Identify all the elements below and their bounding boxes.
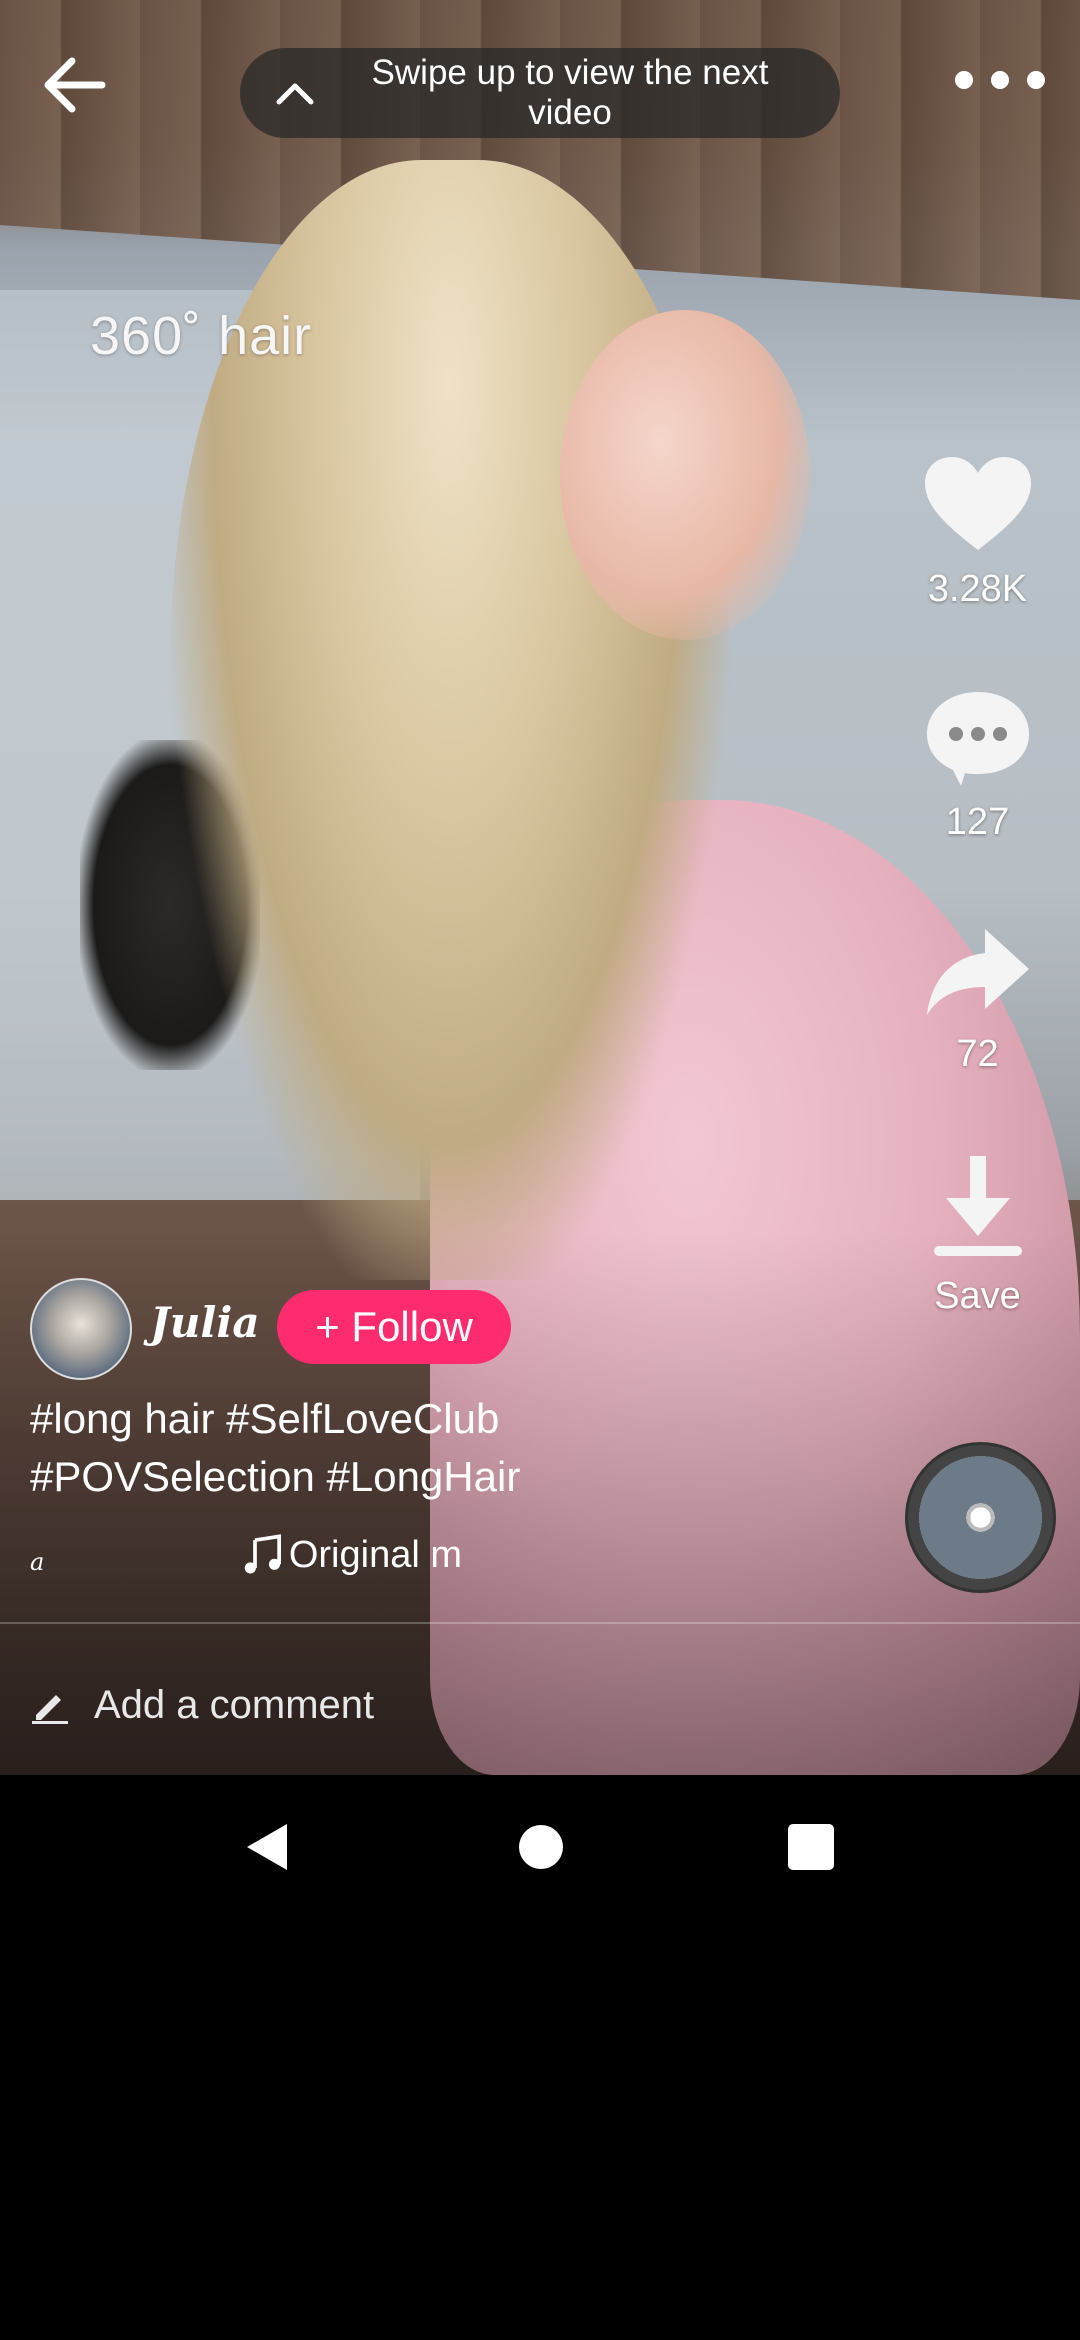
comment-count: 127	[945, 801, 1010, 843]
share-button[interactable]: 72	[905, 925, 1050, 1076]
nav-back-icon[interactable]	[243, 1822, 293, 1872]
pencil-icon	[32, 1695, 68, 1724]
download-icon	[933, 1156, 1022, 1256]
nav-recents-icon[interactable]	[786, 1822, 836, 1872]
hashtags-line-1[interactable]: #long hair #SelfLoveClub	[30, 1390, 590, 1448]
divider	[0, 1622, 1080, 1624]
more-options-button[interactable]	[955, 60, 1045, 100]
music-title: Original m	[288, 1533, 462, 1576]
back-button[interactable]	[38, 50, 108, 120]
author-name[interactable]: Julia	[150, 1298, 260, 1347]
more-dots-icon	[955, 71, 973, 89]
share-arrow-icon	[926, 929, 1029, 1015]
comment-bubble-icon	[926, 692, 1029, 786]
hashtags-line-2[interactable]: #POVSelection #LongHair	[30, 1448, 590, 1506]
nav-home-icon[interactable]	[516, 1822, 566, 1872]
music-link[interactable]: Original m	[242, 1530, 462, 1580]
comment-placeholder: Add a comment	[94, 1682, 375, 1727]
video-description[interactable]: #long hair #SelfLoveClub #POVSelection #…	[30, 1390, 590, 1506]
swipe-hint-banner: Swipe up to view the next video	[240, 48, 840, 138]
share-count: 72	[956, 1033, 999, 1075]
follow-button[interactable]: + Follow	[277, 1290, 511, 1364]
music-marquee-fragment: a	[30, 1548, 45, 1576]
more-dot	[991, 71, 1009, 89]
like-count: 3.28K	[927, 568, 1028, 610]
heart-icon	[924, 457, 1031, 550]
chevron-up-icon	[250, 48, 340, 138]
comment-button[interactable]: 127	[905, 688, 1050, 844]
video-person-face	[560, 310, 810, 640]
save-button[interactable]: Save	[905, 1152, 1050, 1318]
author-avatar[interactable]	[30, 1278, 132, 1380]
swipe-hint-text: Swipe up to view the next video	[371, 53, 769, 132]
video-overlay-caption: 360˚ hair	[90, 306, 313, 366]
music-disc[interactable]	[905, 1442, 1056, 1593]
more-dot	[1027, 71, 1045, 89]
back-arrow-icon	[44, 57, 106, 113]
comment-input[interactable]: Add a comment	[30, 1670, 374, 1740]
music-note-icon	[244, 1534, 281, 1574]
save-label: Save	[934, 1275, 1021, 1317]
like-button[interactable]: 3.28K	[905, 455, 1050, 611]
